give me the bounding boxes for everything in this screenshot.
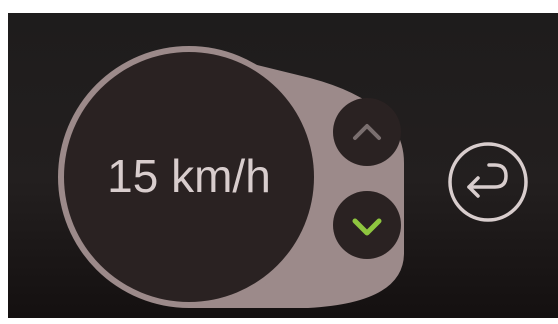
app-frame: 15 km/h	[0, 0, 558, 324]
return-arrow-icon	[467, 163, 508, 198]
back-button[interactable]	[443, 137, 533, 227]
control-screen: 15 km/h	[8, 13, 558, 318]
speed-readout: 15 km/h	[107, 150, 271, 202]
increase-speed-button[interactable]	[329, 94, 405, 170]
decrease-speed-button[interactable]	[329, 187, 405, 263]
